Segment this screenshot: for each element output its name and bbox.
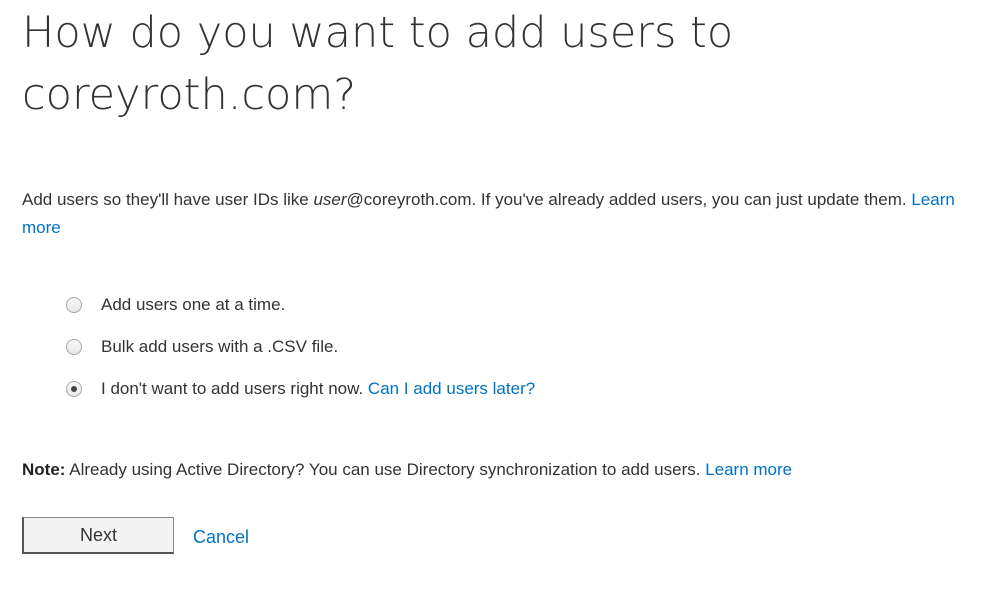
note-label: Note: bbox=[22, 460, 66, 479]
option-label: I don't want to add users right now. Can… bbox=[101, 379, 535, 399]
cancel-link[interactable]: Cancel bbox=[193, 524, 249, 550]
next-button[interactable]: Next bbox=[22, 517, 174, 554]
radio-add-one-at-a-time[interactable] bbox=[66, 297, 82, 313]
radio-add-later[interactable] bbox=[66, 381, 82, 397]
option-add-one-at-a-time[interactable]: Add users one at a time. bbox=[64, 284, 535, 326]
intro-paragraph: Add users so they'll have user IDs like … bbox=[22, 186, 977, 242]
intro-example-user: user bbox=[313, 190, 347, 209]
option-label-text: I don't want to add users right now. bbox=[101, 379, 364, 398]
intro-text-after: @coreyroth.com. If you've already added … bbox=[346, 190, 912, 209]
add-users-options: Add users one at a time. Bulk add users … bbox=[64, 284, 535, 410]
intro-text-before: Add users so they'll have user IDs like bbox=[22, 190, 314, 209]
option-bulk-add-csv[interactable]: Bulk add users with a .CSV file. bbox=[64, 326, 535, 368]
option-label: Bulk add users with a .CSV file. bbox=[101, 337, 339, 356]
page-title: How do you want to add users to coreyrot… bbox=[22, 8, 734, 120]
radio-bulk-add-csv[interactable] bbox=[66, 339, 82, 355]
note-text: Already using Active Directory? You can … bbox=[65, 460, 706, 479]
note-paragraph: Note: Already using Active Directory? Yo… bbox=[22, 456, 792, 484]
option-add-later[interactable]: I don't want to add users right now. Can… bbox=[64, 368, 535, 410]
can-i-add-users-later-link[interactable]: Can I add users later? bbox=[368, 379, 535, 398]
option-label: Add users one at a time. bbox=[101, 295, 286, 314]
note-learn-more-link[interactable]: Learn more bbox=[705, 460, 792, 479]
